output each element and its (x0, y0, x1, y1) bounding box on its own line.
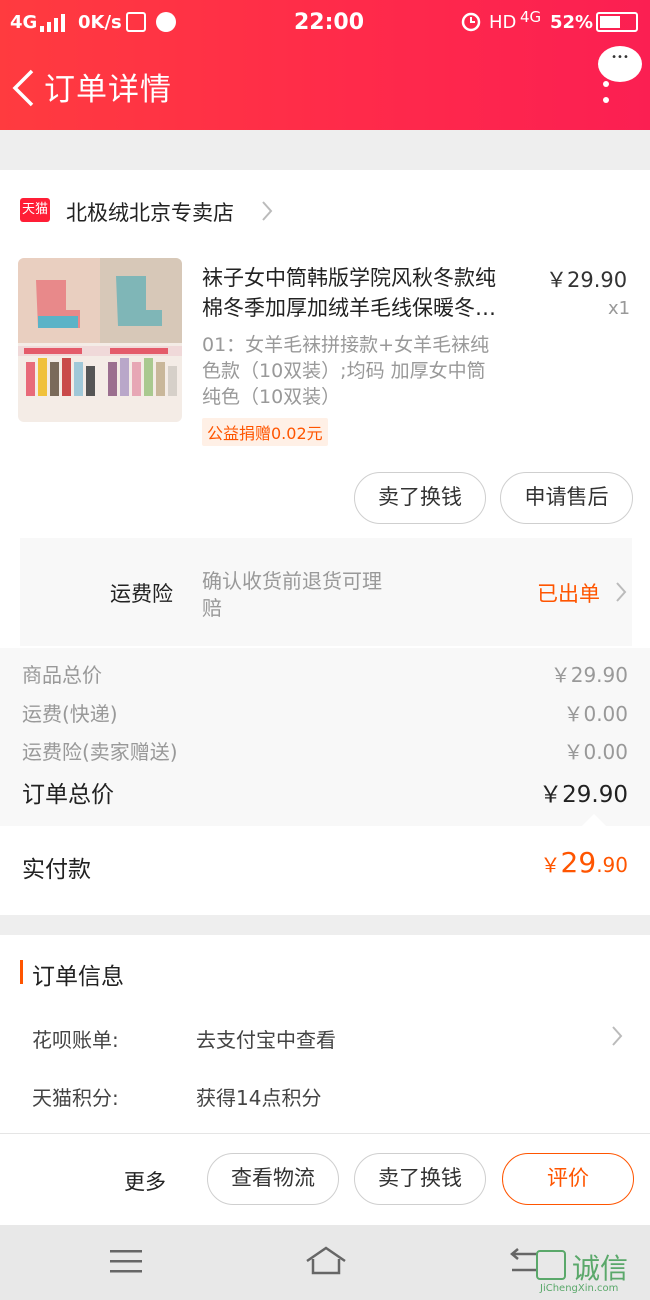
review-button[interactable]: 评价 (502, 1153, 634, 1205)
watermark-url: JiChengXin.com (540, 1283, 619, 1294)
insurance-desc-line1: 确认收货前退货可理 (202, 569, 382, 593)
network-gen: 4G (520, 8, 542, 26)
home-icon[interactable] (304, 1245, 348, 1281)
more-dots: ••• (611, 52, 629, 63)
vertical-dots-icon[interactable] (602, 80, 610, 108)
network-hd: HD (489, 12, 517, 33)
sell-for-cash-button[interactable]: 卖了换钱 (354, 1153, 486, 1205)
order-total-value: ￥29.90 (539, 782, 628, 808)
sku-line3: 纯色（10双装） (202, 386, 341, 408)
summary-value: ￥0.00 (563, 702, 628, 726)
battery-icon (596, 12, 638, 32)
charity-tag: 公益捐赠0.02元 (202, 418, 328, 446)
taobao-app-icon (126, 12, 146, 32)
watermark-text: 诚信 (572, 1252, 629, 1285)
summary-value: ￥29.90 (550, 663, 628, 687)
paid-label: 实付款 (22, 857, 91, 883)
product-qty: x1 (608, 298, 631, 319)
signal-bars-icon (40, 14, 66, 36)
page-title: 订单详情 (44, 72, 172, 108)
watermark-logo-icon (536, 1250, 566, 1280)
tmall-points-value: 获得14点积分 (196, 1086, 322, 1110)
clock: 22:00 (294, 10, 365, 35)
paid-decimal: .90 (596, 853, 628, 877)
insurance-status: 已出单 (537, 582, 600, 606)
paid-integer: 29 (560, 846, 597, 879)
insurance-label: 运费险 (110, 582, 173, 606)
more-menu-button[interactable]: ••• (598, 46, 642, 82)
sku-line1: 01：女羊毛袜拼接款+女羊毛袜纯 (202, 334, 490, 356)
summary-label: 运费险(卖家赠送) (22, 740, 178, 764)
product-title-line2[interactable]: 棉冬季加厚加绒羊毛线保暖冬… (202, 292, 542, 322)
tmall-badge-icon: 天猫 (20, 198, 50, 222)
app-header: 4G 0K/s 22:00 HD 4G 52% 订单详情 ••• (0, 0, 650, 130)
store-name[interactable]: 北极绒北京专卖店 (66, 197, 234, 227)
more-actions-link[interactable]: 更多 (124, 1166, 166, 1196)
battery-percent: 52% (550, 12, 594, 33)
socks-picture (18, 258, 182, 396)
alarm-icon (460, 10, 482, 36)
insurance-desc-line2: 赔 (202, 596, 222, 620)
chevron-right-icon[interactable] (610, 1025, 624, 1051)
order-info-heading: 订单信息 (32, 964, 124, 990)
summary-label: 商品总价 (22, 663, 102, 687)
net-speed: 0K/s (78, 12, 122, 33)
signal-indicator: 4G (10, 12, 38, 33)
summary-value: ￥0.00 (563, 740, 628, 764)
huabei-value[interactable]: 去支付宝中查看 (196, 1024, 336, 1053)
request-aftersale-button[interactable]: 申请售后 (500, 472, 633, 524)
browser-app-icon (156, 12, 176, 32)
sku-line2: 色款（10双装）;均码 加厚女中筒 (202, 360, 486, 382)
order-total-label: 订单总价 (22, 782, 114, 808)
paid-currency: ￥ (540, 853, 561, 877)
menu-icon[interactable] (110, 1248, 144, 1280)
chevron-right-icon[interactable] (614, 581, 628, 607)
summary-label: 运费(快递) (22, 702, 118, 726)
product-title-line1[interactable]: 袜子女中筒韩版学院风秋冬款纯 (202, 262, 542, 292)
view-logistics-button[interactable]: 查看物流 (207, 1153, 339, 1205)
paid-amount: ￥29.90 (540, 846, 628, 879)
tmall-points-label: 天猫积分: (32, 1086, 119, 1110)
section-accent-bar (20, 960, 23, 984)
huabei-label: 花呗账单: (32, 1028, 119, 1052)
product-image[interactable] (18, 258, 182, 422)
back-chevron-icon[interactable] (10, 68, 36, 112)
product-price: ￥29.90 (546, 268, 628, 292)
chevron-right-icon[interactable] (260, 200, 274, 226)
sell-for-cash-button[interactable]: 卖了换钱 (354, 472, 486, 524)
